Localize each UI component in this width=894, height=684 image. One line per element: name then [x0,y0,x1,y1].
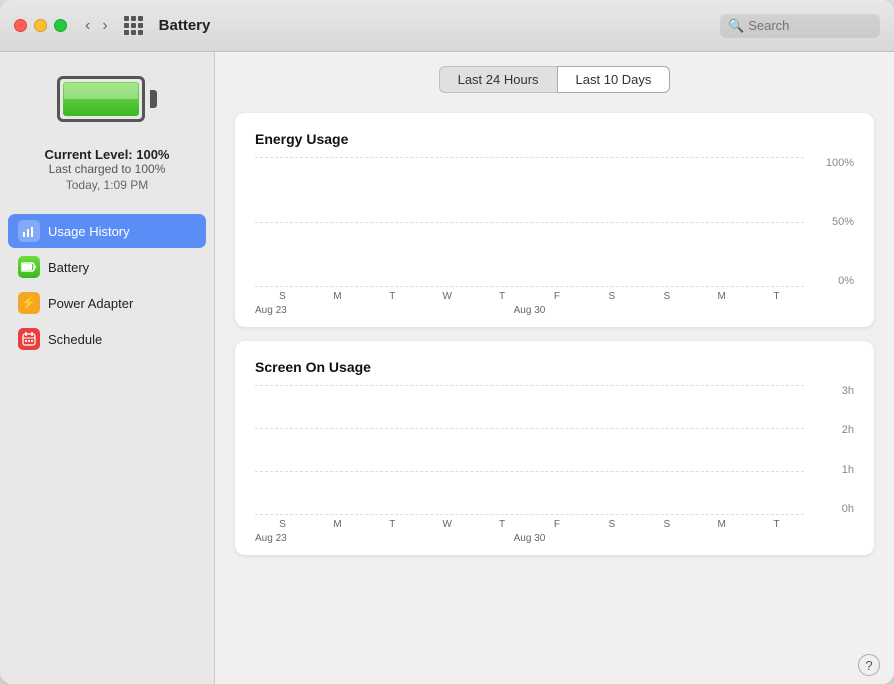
close-button[interactable] [14,19,27,32]
energy-x-label-5: F [530,291,585,302]
content: Current Level: 100% Last charged to 100%… [0,52,894,684]
sidebar-usage-history-label: Usage History [48,224,130,239]
energy-x-label-1: M [310,291,365,302]
energy-chart-title: Energy Usage [255,131,854,147]
app-window: ‹ › Battery 🔍 [0,0,894,684]
search-bar: 🔍 [720,14,880,38]
battery-icon-large [57,72,157,127]
screen-chart-title: Screen On Usage [255,359,854,375]
energy-x-labels: SMTWTFSSMT [255,289,804,303]
tab-last-10d[interactable]: Last 10 Days [557,66,671,93]
screen-y-label-2h: 2h [842,424,854,436]
energy-date-aug30: Aug 30 [438,305,621,316]
energy-x-dates: Aug 23 Aug 30 [255,303,804,317]
schedule-icon [18,328,40,350]
screen-bars [255,385,804,515]
charts-container: Energy Usage 100% [215,103,894,646]
energy-chart-area: 100% 50% 0% SMTWTFSSMT Aug 23 Aug 30 [255,157,854,317]
screen-chart-area: 3h 2h 1h 0h SMTWTFSSMT Aug 23 Aug 30 [255,385,854,545]
screen-date-aug30: Aug 30 [438,533,621,544]
battery-nav-icon [18,256,40,278]
screen-x-label-7: S [639,519,694,530]
energy-x-label-6: S [584,291,639,302]
energy-y-label-100: 100% [826,157,854,169]
minimize-button[interactable] [34,19,47,32]
energy-x-label-8: M [694,291,749,302]
screen-x-label-8: M [694,519,749,530]
search-icon: 🔍 [728,18,744,34]
usage-history-icon [18,220,40,242]
sidebar-schedule-label: Schedule [48,332,102,347]
energy-x-label-2: T [365,291,420,302]
screen-x-label-1: M [310,519,365,530]
screen-x-label-4: T [475,519,530,530]
sidebar: Current Level: 100% Last charged to 100%… [0,52,215,684]
energy-x-axis: SMTWTFSSMT Aug 23 Aug 30 [255,289,804,317]
screen-chart-card: Screen On Usage 3h 2h [235,341,874,555]
screen-x-label-3: W [420,519,475,530]
screen-y-axis: 3h 2h 1h 0h [806,385,854,515]
screen-date-aug23: Aug 23 [255,533,438,544]
sidebar-battery-label: Battery [48,260,89,275]
current-level-label: Current Level: 100% [45,147,170,162]
sidebar-item-usage-history[interactable]: Usage History [8,214,206,248]
energy-y-label-0: 0% [838,275,854,287]
energy-x-label-4: T [475,291,530,302]
sidebar-item-schedule[interactable]: Schedule [8,322,206,356]
screen-y-label-3h: 3h [842,385,854,397]
help-button[interactable]: ? [858,654,880,676]
energy-date-aug23: Aug 23 [255,305,438,316]
energy-x-label-7: S [639,291,694,302]
energy-bars [255,157,804,287]
sidebar-nav: Usage History Battery ⚡ Power Adapter [0,214,214,358]
energy-y-label-50: 50% [832,216,854,228]
search-input[interactable] [748,18,868,33]
energy-y-axis: 100% 50% 0% [806,157,854,287]
screen-x-axis: SMTWTFSSMT Aug 23 Aug 30 [255,517,804,545]
back-button[interactable]: ‹ [81,15,94,37]
main-panel: Last 24 Hours Last 10 Days Energy Usage [215,52,894,684]
nav-buttons: ‹ › [81,15,112,37]
battery-status: Current Level: 100% Last charged to 100%… [45,147,170,210]
screen-x-label-9: T [749,519,804,530]
screen-x-label-2: T [365,519,420,530]
sidebar-power-adapter-label: Power Adapter [48,296,133,311]
traffic-lights [14,19,67,32]
screen-y-label-0h: 0h [842,503,854,515]
energy-chart-card: Energy Usage 100% [235,113,874,327]
grid-icon[interactable] [124,16,143,35]
screen-x-label-6: S [584,519,639,530]
screen-x-label-0: S [255,519,310,530]
last-charged-label: Last charged to 100% [45,162,170,176]
tab-bar: Last 24 Hours Last 10 Days [215,52,894,103]
energy-x-label-0: S [255,291,310,302]
energy-x-label-3: W [420,291,475,302]
sidebar-item-power-adapter[interactable]: ⚡ Power Adapter [8,286,206,320]
titlebar: ‹ › Battery 🔍 [0,0,894,52]
window-title: Battery [151,17,720,34]
help-btn-wrap: ? [215,646,894,684]
energy-x-label-9: T [749,291,804,302]
maximize-button[interactable] [54,19,67,32]
power-adapter-icon: ⚡ [18,292,40,314]
screen-x-labels: SMTWTFSSMT [255,517,804,531]
screen-x-dates: Aug 23 Aug 30 [255,531,804,545]
timestamp-label: Today, 1:09 PM [45,178,170,192]
sidebar-item-battery[interactable]: Battery [8,250,206,284]
tab-last-24h[interactable]: Last 24 Hours [439,66,557,93]
screen-x-label-5: F [530,519,585,530]
forward-button[interactable]: › [98,15,111,37]
screen-y-label-1h: 1h [842,464,854,476]
